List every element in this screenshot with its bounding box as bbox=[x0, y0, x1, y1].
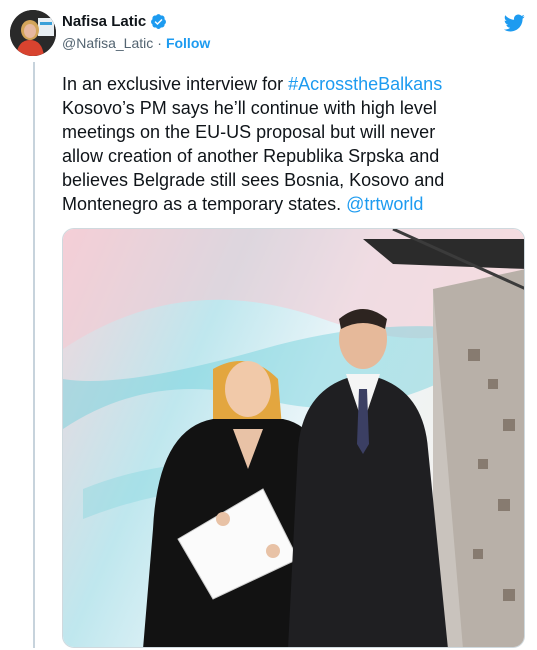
tweet-photo[interactable] bbox=[62, 228, 525, 648]
author-name-row: Nafisa Latic bbox=[62, 11, 210, 31]
tweet-card: Nafisa Latic @Nafisa_Latic · Follow In a… bbox=[0, 0, 537, 650]
avatar[interactable] bbox=[10, 10, 56, 56]
follow-button[interactable]: Follow bbox=[166, 35, 210, 51]
mention-link[interactable]: @trtworld bbox=[346, 194, 423, 214]
tweet-text-segment: believes Belgrade still sees Bosnia, Kos… bbox=[62, 170, 445, 190]
tweet-text-segment: meetings on the EU-US proposal but will … bbox=[62, 122, 436, 142]
separator-dot: · bbox=[157, 35, 162, 51]
verified-badge-icon bbox=[150, 13, 167, 30]
hashtag-link[interactable]: #AcrosstheBalkans bbox=[288, 74, 442, 94]
thread-rail bbox=[33, 62, 35, 648]
author-handle[interactable]: @Nafisa_Latic bbox=[62, 35, 153, 51]
tweet-text-segment: In an exclusive interview for bbox=[62, 74, 289, 94]
author-handle-row: @Nafisa_Latic · Follow bbox=[62, 33, 210, 53]
tweet-text-segment: Kosovo’s PM says he’ll continue with hig… bbox=[62, 98, 437, 118]
tweet-text-line: believes Belgrade still sees Bosnia, Kos… bbox=[62, 168, 527, 192]
tweet-text-segment: allow creation of another Republika Srps… bbox=[62, 146, 440, 166]
twitter-bird-icon[interactable] bbox=[503, 12, 525, 34]
tweet-text-line: Montenegro as a temporary states. @trtwo… bbox=[62, 192, 527, 216]
author-name[interactable]: Nafisa Latic bbox=[62, 13, 146, 30]
tweet-text-segment: Montenegro as a temporary states. bbox=[62, 194, 347, 214]
tweet-header: Nafisa Latic @Nafisa_Latic · Follow bbox=[62, 11, 210, 53]
tweet-text-line: Kosovo’s PM says he’ll continue with hig… bbox=[62, 96, 527, 120]
tweet-text-line: meetings on the EU-US proposal but will … bbox=[62, 120, 527, 144]
photo-illustration bbox=[63, 229, 524, 647]
tweet-text-line: allow creation of another Republika Srps… bbox=[62, 144, 527, 168]
tweet-text: In an exclusive interview for #Acrossthe… bbox=[62, 72, 527, 216]
tweet-text-line: In an exclusive interview for #Acrossthe… bbox=[62, 72, 527, 96]
